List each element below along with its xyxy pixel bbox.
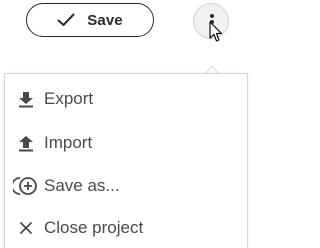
menu-item-import[interactable]: Import <box>5 123 247 163</box>
save-button-label: Save <box>87 11 123 29</box>
more-options-menu: Export Import Save as... Close project <box>4 73 248 248</box>
menu-item-label: Save as... <box>44 176 120 195</box>
download-icon <box>13 88 39 110</box>
menu-item-label: Import <box>44 133 93 152</box>
vertical-dots-icon <box>210 14 214 18</box>
menu-item-close-project[interactable]: Close project <box>5 208 247 248</box>
add-circle-icon <box>13 175 39 197</box>
app-stage: Save Export Import Save as... Close proj… <box>0 0 251 248</box>
menu-item-label: Export <box>44 89 94 108</box>
mouse-pointer-icon <box>209 21 223 42</box>
menu-item-export[interactable]: Export <box>5 79 247 119</box>
upload-icon <box>13 132 39 154</box>
check-icon <box>57 13 75 26</box>
close-icon <box>13 217 39 239</box>
menu-item-save-as[interactable]: Save as... <box>5 166 247 206</box>
menu-item-label: Close project <box>44 218 144 237</box>
save-button[interactable]: Save <box>26 3 154 37</box>
